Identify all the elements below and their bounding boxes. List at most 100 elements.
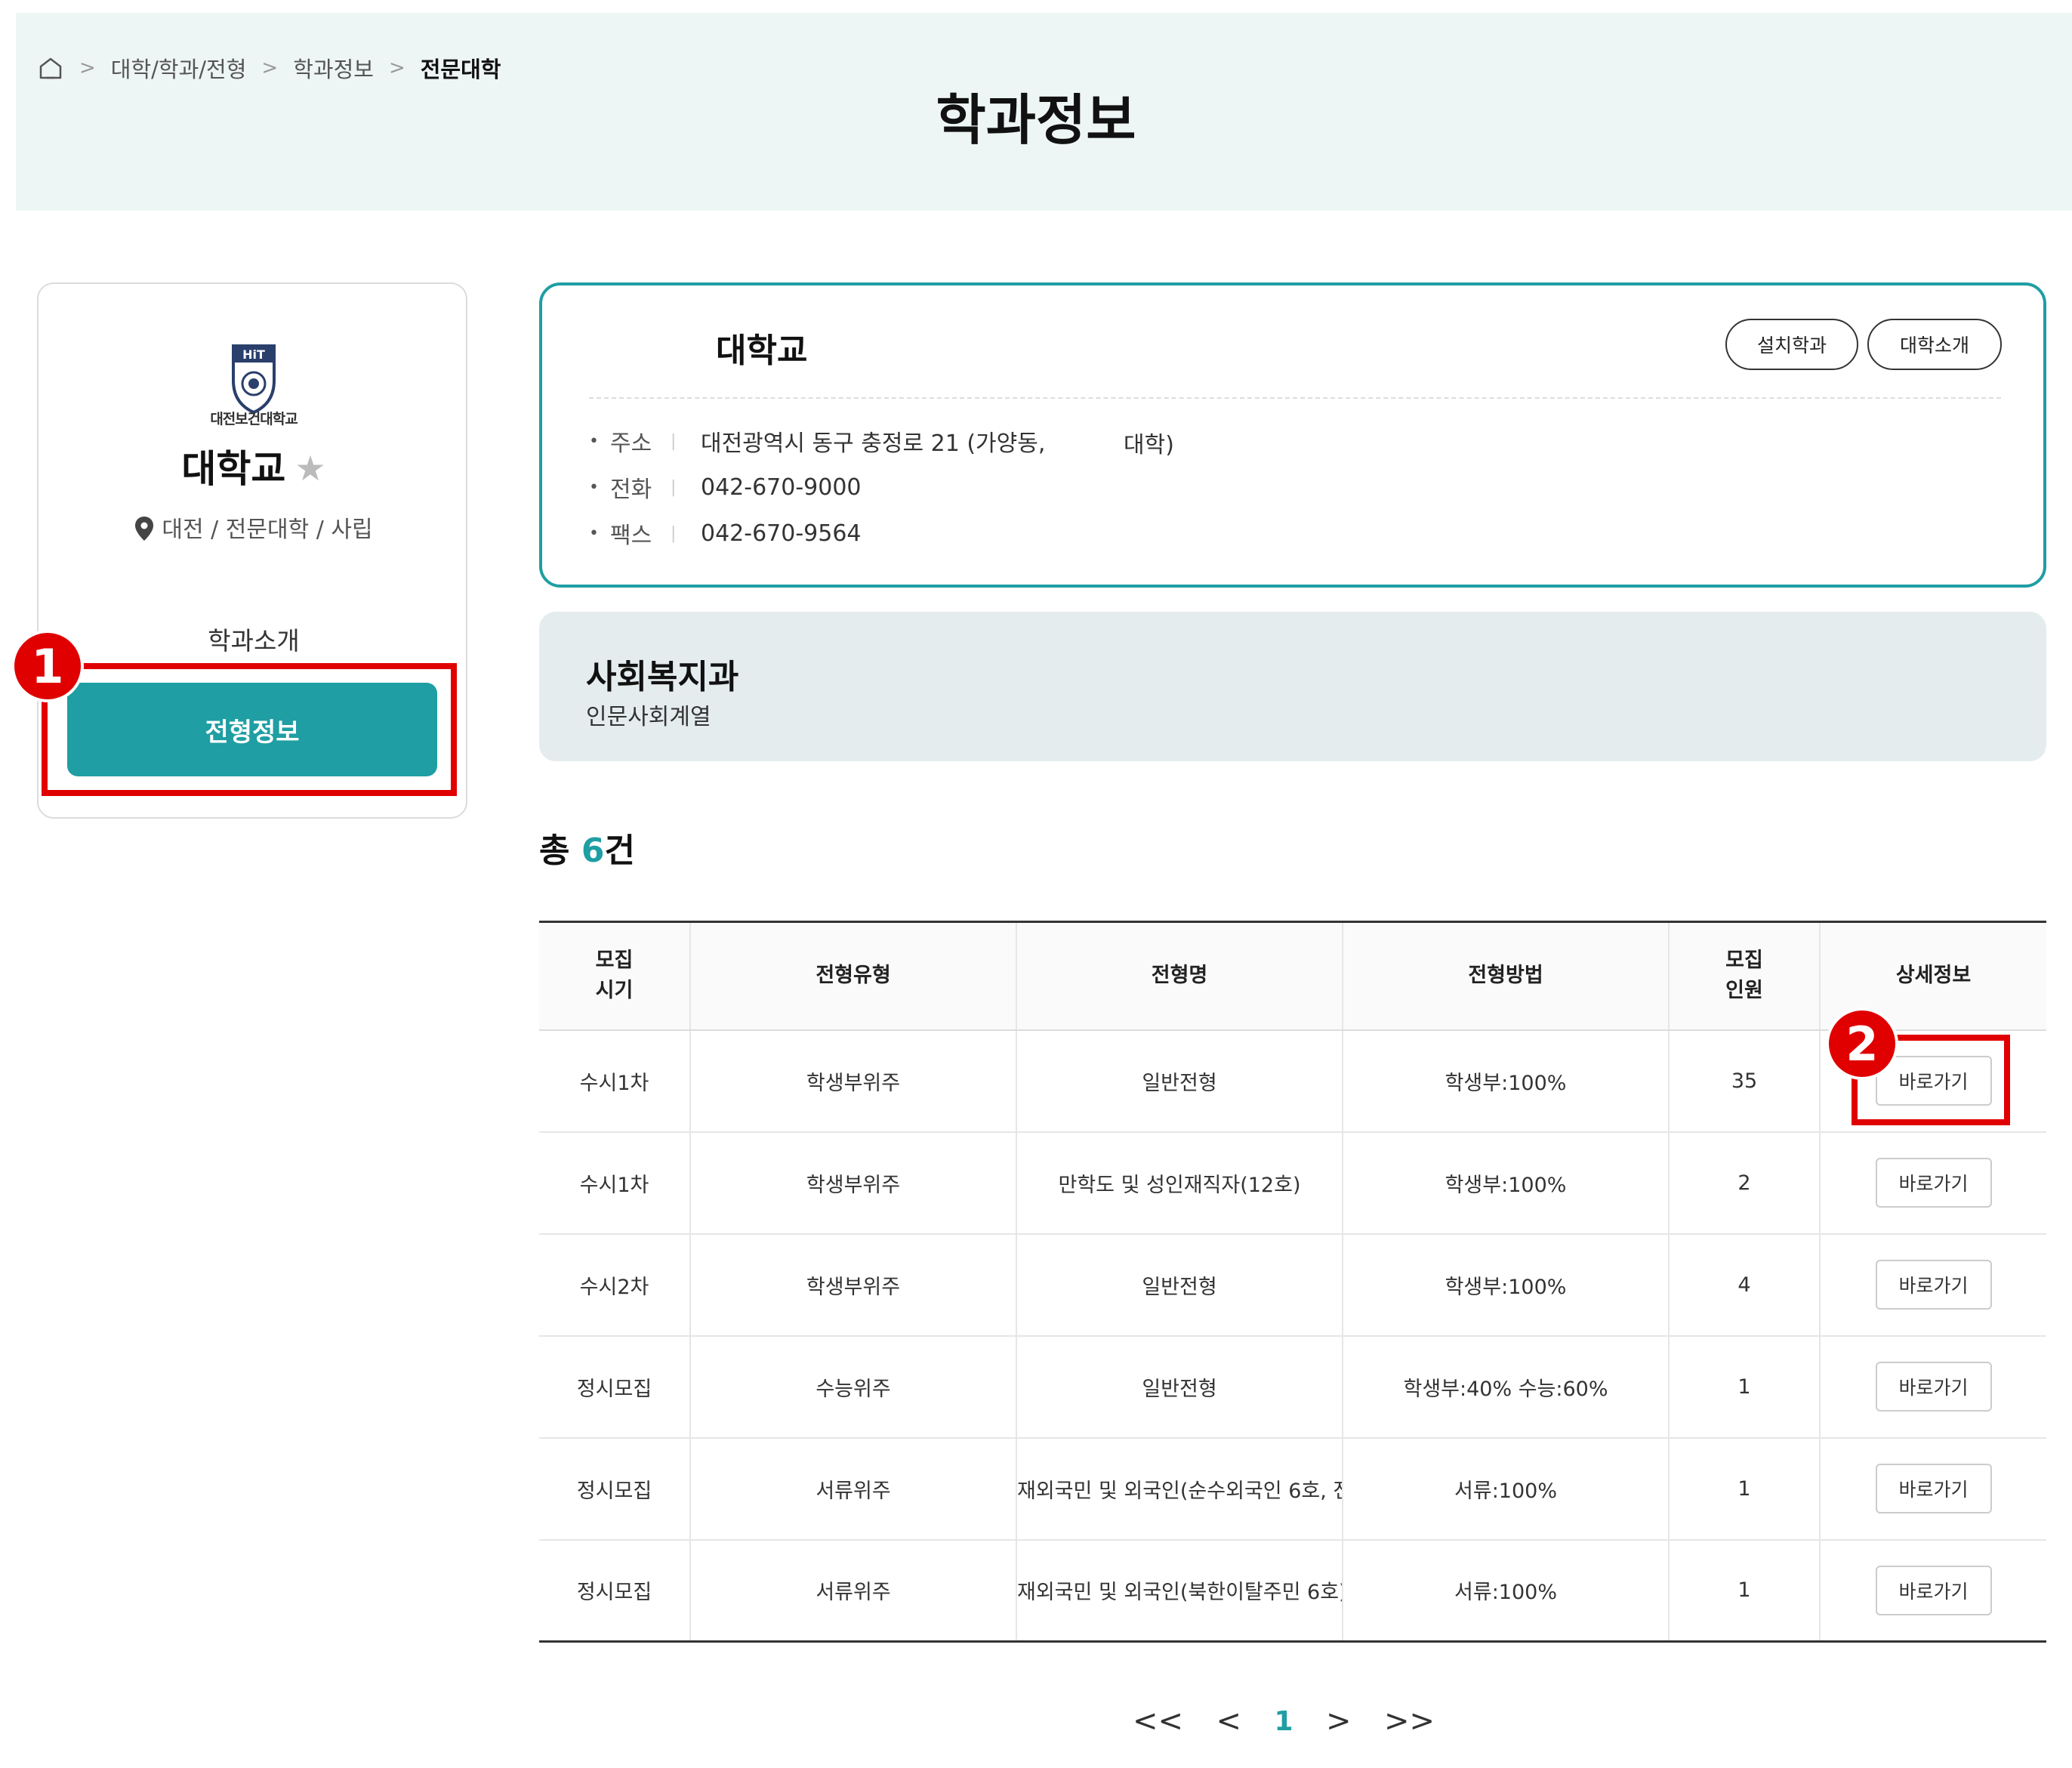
- cell-name: 일반전형: [1016, 1233, 1343, 1337]
- cell-detail: 바로가기: [1820, 1131, 2046, 1235]
- info-row-fax: • 팩스 | 042-670-9564: [589, 518, 862, 550]
- cell-period: 정시모집: [539, 1335, 691, 1439]
- cell-method: 학생부:100%: [1343, 1131, 1670, 1235]
- department-field: 인문사회계열: [586, 704, 711, 730]
- table-row: 정시모집 서류위주 재외국민 및 외국인(순수외국인 6호, 전 서류:100%…: [539, 1437, 2046, 1541]
- university-location: 대전 / 전문대학 / 사립: [39, 511, 469, 544]
- info-value: 042-670-9564: [701, 520, 862, 547]
- bullet-icon: •: [589, 431, 599, 451]
- admission-table: 모집 시기 전형유형 전형명 전형방법 모집 인원 상세정보 수시1차 학생부위…: [539, 921, 2046, 1643]
- admission-table-wrap: 모집 시기 전형유형 전형명 전형방법 모집 인원 상세정보 수시1차 학생부위…: [539, 921, 2046, 1643]
- table-row: 수시2차 학생부위주 일반전형 학생부:100% 4 바로가기: [539, 1233, 2046, 1337]
- col-header-period: 모집 시기: [539, 921, 691, 1031]
- step-badge-2: 2: [1826, 1007, 1898, 1080]
- first-page-button[interactable]: <<: [1133, 1704, 1183, 1739]
- page-title: 학과정보: [936, 88, 1136, 152]
- location-text: 대전 / 전문대학 / 사립: [162, 517, 373, 543]
- go-button[interactable]: 바로가기: [1875, 1565, 1992, 1615]
- info-row-phone: • 전화 | 042-670-9000: [589, 472, 862, 504]
- pagination: << < 1 > >>: [1133, 1695, 1435, 1748]
- cell-type: 서류위주: [690, 1539, 1017, 1643]
- cell-detail: 바로가기: [1820, 1539, 2046, 1643]
- go-button[interactable]: 바로가기: [1875, 1260, 1992, 1310]
- cell-type: 학생부위주: [690, 1131, 1017, 1235]
- cell-method: 서류:100%: [1343, 1539, 1670, 1643]
- department-name: 사회복지과: [586, 658, 739, 696]
- table-header-row: 모집 시기 전형유형 전형명 전형방법 모집 인원 상세정보: [539, 921, 2046, 1031]
- info-label: 주소: [610, 430, 652, 457]
- cell-name: 만학도 및 성인재직자(12호): [1016, 1131, 1343, 1235]
- cell-period: 정시모집: [539, 1539, 691, 1643]
- cell-type: 학생부위주: [690, 1233, 1017, 1337]
- university-intro-button[interactable]: 대학소개: [1867, 319, 2002, 370]
- cell-count: 4: [1669, 1233, 1821, 1337]
- installed-depts-button[interactable]: 설치학과: [1725, 319, 1858, 370]
- info-value: 대전광역시 동구 충정로 21 (가양동,: [701, 430, 1046, 457]
- cell-count: 1: [1669, 1539, 1821, 1643]
- go-button[interactable]: 바로가기: [1875, 1158, 1992, 1208]
- location-pin-icon: [134, 516, 154, 542]
- cell-count: 1: [1669, 1335, 1821, 1439]
- col-header-method: 전형방법: [1343, 921, 1670, 1031]
- cell-period: 수시1차: [539, 1029, 691, 1133]
- total-count: 총 6건: [539, 823, 635, 872]
- department-banner: 사회복지과 인문사회계열: [539, 612, 2046, 761]
- cell-name: 재외국민 및 외국인(순수외국인 6호, 전: [1016, 1437, 1343, 1541]
- prev-page-button[interactable]: <: [1216, 1704, 1241, 1739]
- cell-count: 35: [1669, 1029, 1821, 1133]
- cell-count: 2: [1669, 1131, 1821, 1235]
- go-button[interactable]: 바로가기: [1875, 1464, 1992, 1513]
- cell-period: 수시2차: [539, 1233, 691, 1337]
- table-row: 정시모집 수능위주 일반전형 학생부:40% 수능:60% 1 바로가기: [539, 1335, 2046, 1439]
- university-info-card: 대학교 설치학과 대학소개 • 주소 | 대전광역시 동구 충정로 21 (가양…: [539, 282, 2046, 588]
- cell-type: 학생부위주: [690, 1029, 1017, 1133]
- table-row: 정시모집 서류위주 재외국민 및 외국인(북한이탈주민 6호) 서류:100% …: [539, 1539, 2046, 1643]
- next-page-button[interactable]: >: [1326, 1704, 1352, 1739]
- step-badge-1: 1: [11, 630, 84, 702]
- cell-method: 학생부:40% 수능:60%: [1343, 1335, 1670, 1439]
- separator: |: [671, 523, 677, 543]
- cell-name: 일반전형: [1016, 1029, 1343, 1133]
- total-prefix: 총: [539, 832, 581, 870]
- separator: |: [671, 431, 677, 451]
- info-card-title: 대학교: [716, 332, 808, 370]
- cell-name: 일반전형: [1016, 1335, 1343, 1439]
- cell-method: 학생부:100%: [1343, 1029, 1670, 1133]
- cell-method: 서류:100%: [1343, 1437, 1670, 1541]
- table-row: 수시1차 학생부위주 만학도 및 성인재직자(12호) 학생부:100% 2 바…: [539, 1131, 2046, 1235]
- info-row-address: • 주소 | 대전광역시 동구 충정로 21 (가양동,: [589, 426, 1046, 457]
- cell-count: 1: [1669, 1437, 1821, 1541]
- cell-detail: 바로가기: [1820, 1233, 2046, 1337]
- cell-type: 수능위주: [690, 1335, 1017, 1439]
- col-header-count: 모집 인원: [1669, 921, 1821, 1031]
- cell-period: 수시1차: [539, 1131, 691, 1235]
- cell-name: 재외국민 및 외국인(북한이탈주민 6호): [1016, 1539, 1343, 1643]
- cell-detail: 바로가기: [1820, 1437, 2046, 1541]
- svg-text:HiT: HiT: [242, 347, 265, 362]
- star-icon[interactable]: ★: [294, 448, 325, 489]
- total-suffix: 건: [604, 832, 635, 870]
- bullet-icon: •: [589, 477, 599, 497]
- info-value: 042-670-9000: [701, 474, 862, 501]
- cell-method: 학생부:100%: [1343, 1233, 1670, 1337]
- go-button[interactable]: 바로가기: [1875, 1362, 1992, 1412]
- logo-text: 대전보건대학교: [210, 411, 298, 427]
- page-1-button[interactable]: 1: [1274, 1706, 1293, 1737]
- address-tail: 대학): [1124, 432, 1174, 458]
- dept-intro-link[interactable]: 학과소개: [39, 621, 469, 657]
- table-row: 수시1차 학생부위주 일반전형 학생부:100% 35 바로가기: [539, 1029, 2046, 1133]
- highlight-box-admission-info: [42, 663, 457, 796]
- total-number: 6: [581, 832, 605, 870]
- last-page-button[interactable]: >>: [1384, 1704, 1435, 1739]
- info-label: 팩스: [610, 523, 652, 549]
- col-header-type: 전형유형: [690, 921, 1017, 1031]
- university-name: 대학교 ★: [39, 439, 469, 493]
- university-name-text: 대학교: [181, 447, 286, 491]
- cell-type: 서류위주: [690, 1437, 1017, 1541]
- cell-detail: 바로가기: [1820, 1335, 2046, 1439]
- separator: |: [671, 477, 677, 497]
- cell-period: 정시모집: [539, 1437, 691, 1541]
- col-header-name: 전형명: [1016, 921, 1343, 1031]
- info-label: 전화: [610, 477, 652, 503]
- info-divider: [589, 397, 2001, 399]
